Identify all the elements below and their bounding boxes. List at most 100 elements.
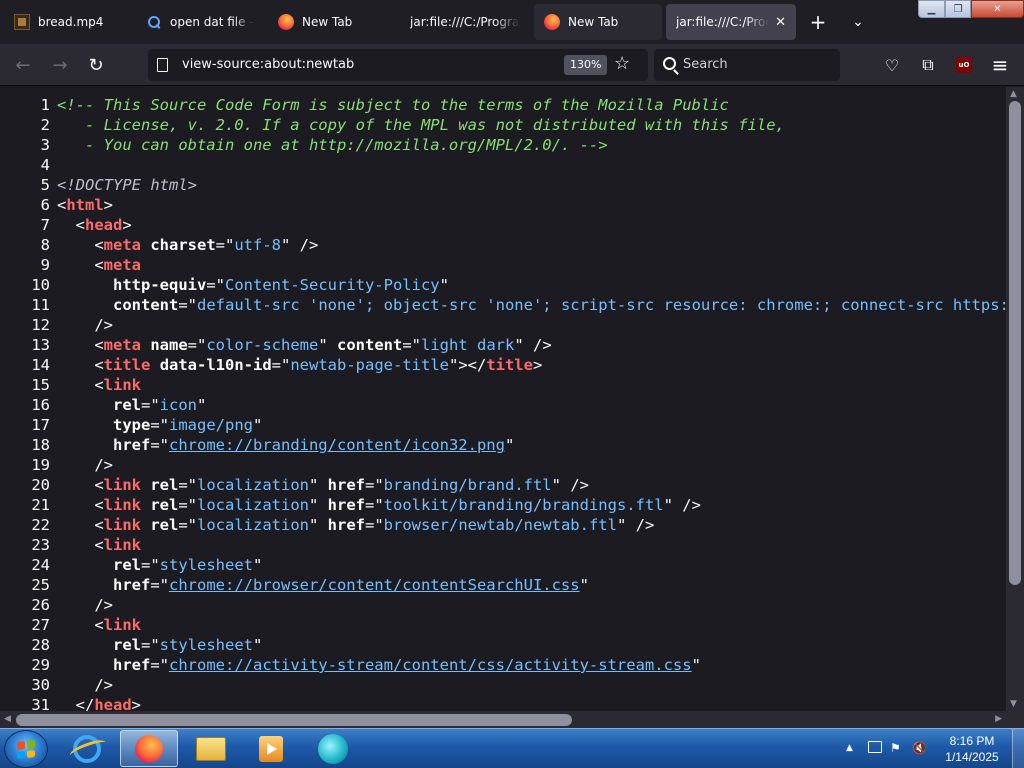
source-token: " [309,516,328,534]
taskbar-internet-explorer[interactable] [58,730,116,767]
close-tab-icon[interactable]: ✕ [775,15,786,30]
clock[interactable]: 8:16 PM 1/14/2025 [930,733,1014,765]
source-token: link [103,516,141,534]
source-token: <!DOCTYPE html> [57,176,197,194]
scroll-right-arrow-icon[interactable]: ▶ [995,714,1002,724]
source-link[interactable]: chrome://browser/content/contentSearchUI… [169,576,580,594]
volume-muted-icon[interactable]: 🔇 [912,741,927,755]
app-menu-button[interactable]: ≡ [988,53,1012,77]
show-hidden-icons-button[interactable]: ▲ [846,743,853,753]
source-token: link [103,376,141,394]
source-token: icon [159,396,197,414]
vertical-scroll-thumb[interactable] [1009,101,1021,585]
source-token [141,336,150,354]
bookmark-star-icon[interactable]: ☆ [614,53,630,74]
source-token: " [309,476,328,494]
search-bar[interactable]: Search [654,49,840,81]
taskbar-file-explorer[interactable] [182,730,240,767]
source-line: 22 <link rel="localization" href="browse… [0,515,1006,535]
new-tab-button[interactable]: + [804,8,832,36]
line-code: type="image/png" [50,415,262,435]
list-all-tabs-button[interactable]: ⌄ [844,8,872,36]
source-token: < [57,476,104,494]
source-token: - License, v. 2.0. If a copy of the MPL … [57,116,785,134]
line-code: rel="icon" [50,395,206,415]
view-source-content[interactable]: 1 <!-- This Source Code Form is subject t… [0,87,1024,728]
tab-strip: bread.mp4 open dat file - Se New Tab jar… [0,0,1024,44]
zoom-level-button[interactable]: 130% [564,55,608,75]
forward-button[interactable]: → [47,52,73,78]
source-token: Content-Security-Policy [225,276,440,294]
search-input[interactable]: Search [683,57,728,72]
pocket-icon[interactable]: ♡ [880,53,904,77]
source-token: > [103,196,114,214]
tab-jar-file-selected[interactable]: jar:file:///C:/Progr ✕ [666,4,796,40]
show-desktop-button[interactable] [1012,729,1024,768]
line-number: 9 [40,256,50,274]
source-link[interactable]: chrome://branding/content/icon32.png [169,436,505,454]
line-number: 15 [31,376,50,394]
url-bar[interactable]: view-source:about:newtab 130% ☆ [148,49,648,81]
extensions-icon[interactable]: ⧉ [916,53,940,77]
source-token: rel [150,496,179,514]
app-icon [318,733,348,764]
source-token [141,516,150,534]
tab-label: jar:file:///C:/Program [410,15,520,29]
tab-new-tab-1[interactable]: New Tab [268,4,396,40]
scroll-up-arrow-icon[interactable]: ▲ [1010,89,1017,99]
media-player-icon [259,735,283,762]
line-number: 27 [31,616,50,634]
taskbar-media-player[interactable] [242,730,300,767]
source-token: =" [402,336,421,354]
source-token: rel [113,556,141,574]
source-line: 26 /> [0,595,1006,615]
reload-button[interactable]: ↻ [83,52,109,78]
source-token: link [103,616,141,634]
line-number: 20 [31,476,50,494]
network-icon[interactable] [868,741,882,753]
source-link[interactable]: chrome://activity-stream/content/css/act… [169,656,692,674]
line-number: 17 [31,416,50,434]
tab-open-dat-file[interactable]: open dat file - Se [136,4,264,40]
horizontal-scrollbar[interactable]: ◀ ▶ [0,711,1006,729]
taskbar-app[interactable] [304,730,362,767]
source-token: " /> [551,476,589,494]
minimize-button[interactable]: ▁ [918,0,945,18]
source-token: href [327,496,365,514]
folder-icon [196,736,226,761]
source-token: stylesheet [159,556,253,574]
source-line: 20 <link rel="localization" href="brandi… [0,475,1006,495]
source-token: =" [178,296,197,314]
source-token: href [113,576,151,594]
source-token: href [327,476,365,494]
horizontal-scroll-thumb[interactable] [16,714,572,726]
source-token: title [486,356,533,374]
maximize-button[interactable]: ❐ [945,0,971,18]
source-line: 24 rel="stylesheet" [0,555,1006,575]
scroll-left-arrow-icon[interactable]: ◀ [4,714,11,724]
film-icon [14,14,30,30]
source-token: link [103,496,141,514]
source-token: =" [215,236,235,254]
tab-new-tab-2[interactable]: New Tab [534,4,662,40]
source-token: < [57,216,85,234]
line-number: 21 [31,496,50,514]
ublock-origin-button[interactable]: uO [952,53,976,77]
close-window-button[interactable]: ✕ [971,0,1024,18]
source-token: stylesheet [159,636,253,654]
line-code: <!-- This Source Code Form is subject to… [50,95,729,115]
taskbar-firefox[interactable] [120,730,178,767]
vertical-scrollbar[interactable]: ▲ ▼ [1006,87,1024,711]
source-token: " [309,496,328,514]
source-token: rel [113,396,141,414]
action-center-flag-icon[interactable]: ⚑ [890,741,901,755]
url-text[interactable]: view-source:about:newtab [182,57,354,72]
scroll-down-arrow-icon[interactable]: ▼ [1010,699,1017,709]
source-token: =" [271,356,291,374]
back-button[interactable]: ← [10,52,36,78]
tab-jar-file-program[interactable]: jar:file:///C:/Program [400,4,530,40]
tab-bread-mp4[interactable]: bread.mp4 [4,4,134,40]
source-token: " [253,416,263,434]
start-button[interactable] [4,730,48,768]
source-line: 10 http-equiv="Content-Security-Policy" [0,275,1006,295]
